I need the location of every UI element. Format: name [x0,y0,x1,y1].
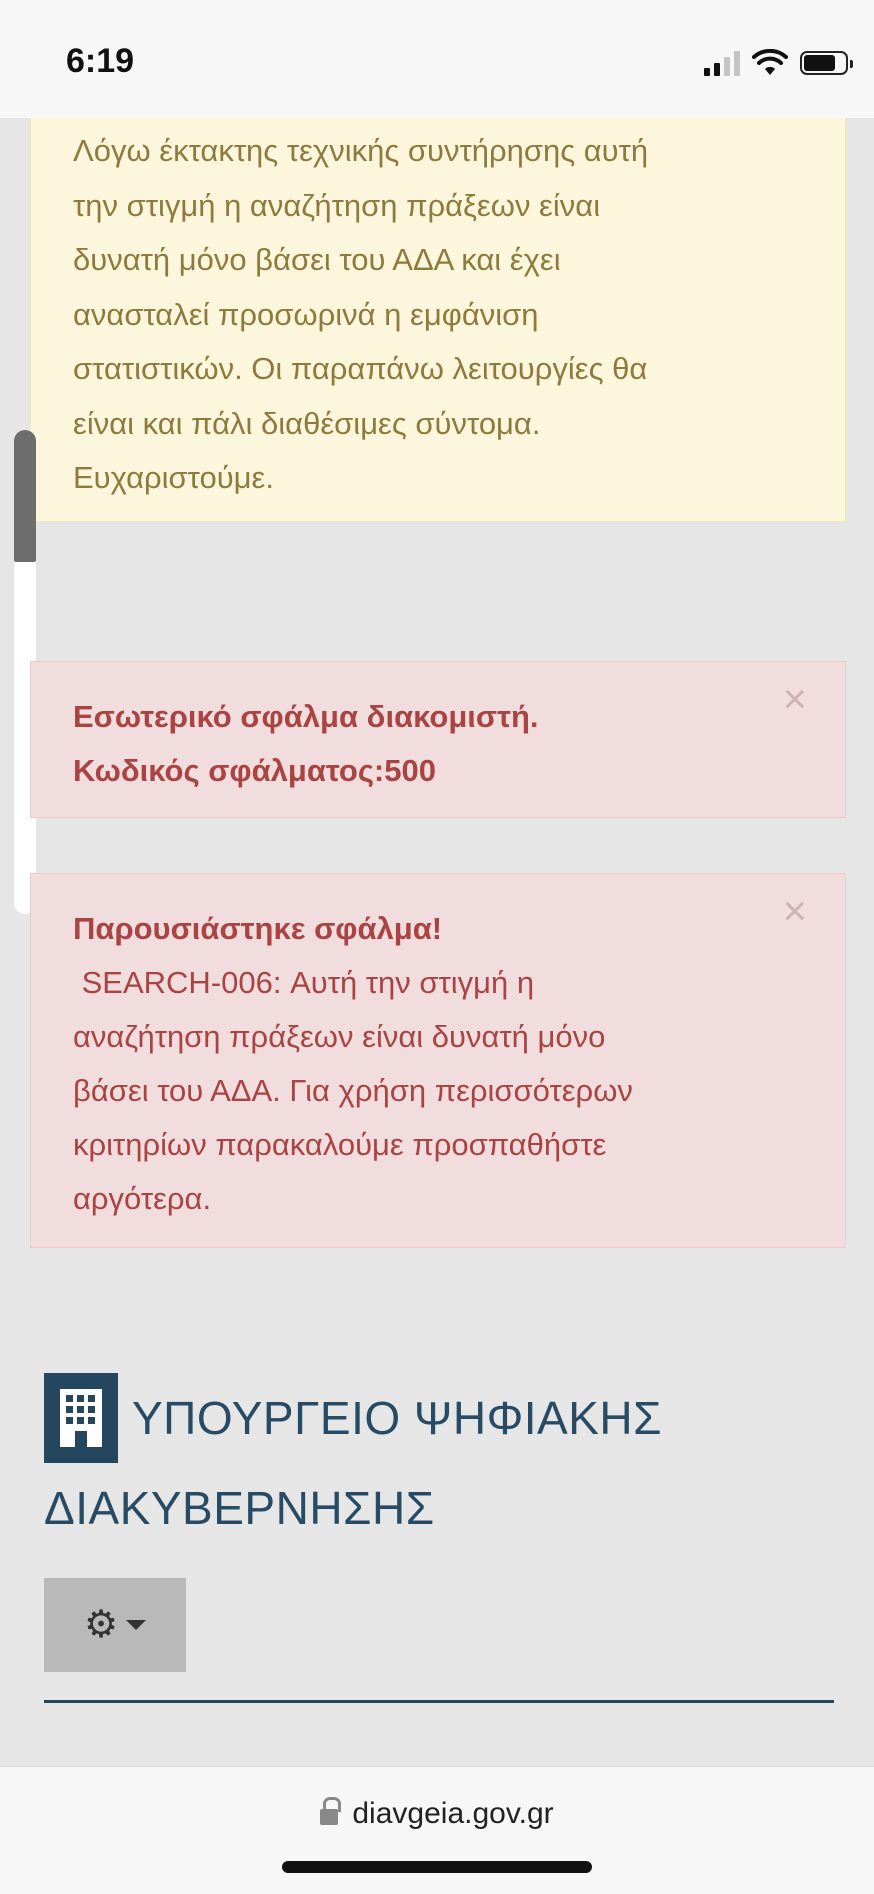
divider [44,1700,834,1703]
alert-body-line: SEARCH-006: Αυτή την στιγμή η [73,965,535,1000]
alert-error-code: Κωδικός σφάλματος:500 [73,753,436,788]
search-error-alert: Παρουσιάστηκε σφάλμα! SEARCH-006: Αυτή τ… [30,873,846,1248]
home-indicator[interactable] [282,1861,592,1873]
page-content: Λόγω έκτακτης τεχνικής συντήρησης αυτή τ… [0,118,874,1766]
building-icon [44,1373,118,1463]
close-icon[interactable]: × [782,890,807,932]
alert-title: Εσωτερικό σφάλμα διακομιστή. [73,699,539,734]
notice-line: Ευχαριστούμε. [73,460,274,495]
caret-down-icon [126,1620,147,1630]
battery-icon [800,51,853,75]
alert-body-line: αναζήτηση πράξεων είναι δυνατή μόνο [73,1019,606,1054]
notice-line: ανασταλεί προσωρινά η εμφάνιση [73,296,539,332]
server-error-alert: Εσωτερικό σφάλμα διακομιστή. Κωδικός σφά… [30,661,846,818]
notice-line: στατιστικών. Οι παραπάνω λειτουργίες θα [73,351,648,386]
wifi-icon [752,49,788,75]
notice-line: την στιγμή η αναζήτηση πράξεων είναι [73,187,601,223]
brand-title-line2: ΔΙΑΚΥΒΕΡΝΗΣΗΣ [44,1482,435,1534]
ministry-brand[interactable]: ΥΠΟΥΡΓΕΙΟ ΨΗΦΙΑΚΗΣ ΔΙΑΚΥΒΕΡΝΗΣΗΣ [44,1373,844,1553]
url-text: diavgeia.gov.gr [352,1797,554,1830]
browser-address-bar[interactable]: diavgeia.gov.gr [0,1766,874,1894]
lock-icon [320,1797,342,1825]
status-time: 6:19 [66,42,135,80]
scrollbar-thumb[interactable] [14,430,36,562]
alert-body-line: βάσει του ΑΔΑ. Για χρήση περισσότερων [73,1073,633,1108]
settings-dropdown-button[interactable]: ⚙ [44,1578,186,1672]
notice-line: είναι και πάλι διαθέσιμες σύντομα. [73,405,541,441]
status-icons [704,48,853,78]
cellular-signal-icon [704,50,740,76]
close-icon[interactable]: × [782,678,807,720]
alert-body-line: κριτηρίων παρακαλούμε προσπαθήστε [73,1127,607,1162]
url-display[interactable]: diavgeia.gov.gr [0,1797,874,1831]
status-bar: 6:19 [0,0,874,118]
notice-line: δυνατή μόνο βάσει του ΑΔΑ και έχει [73,242,561,277]
alert-body-line: αργότερα. [73,1181,212,1216]
alert-title: Παρουσιάστηκε σφάλμα! [73,911,443,946]
brand-title-line1: ΥΠΟΥΡΓΕΙΟ ΨΗΦΙΑΚΗΣ [132,1392,663,1444]
maintenance-notice: Λόγω έκτακτης τεχνικής συντήρησης αυτή τ… [30,118,846,522]
notice-line: Λόγω έκτακτης τεχνικής συντήρησης αυτή [73,133,649,168]
gear-icon: ⚙ [83,1604,119,1646]
